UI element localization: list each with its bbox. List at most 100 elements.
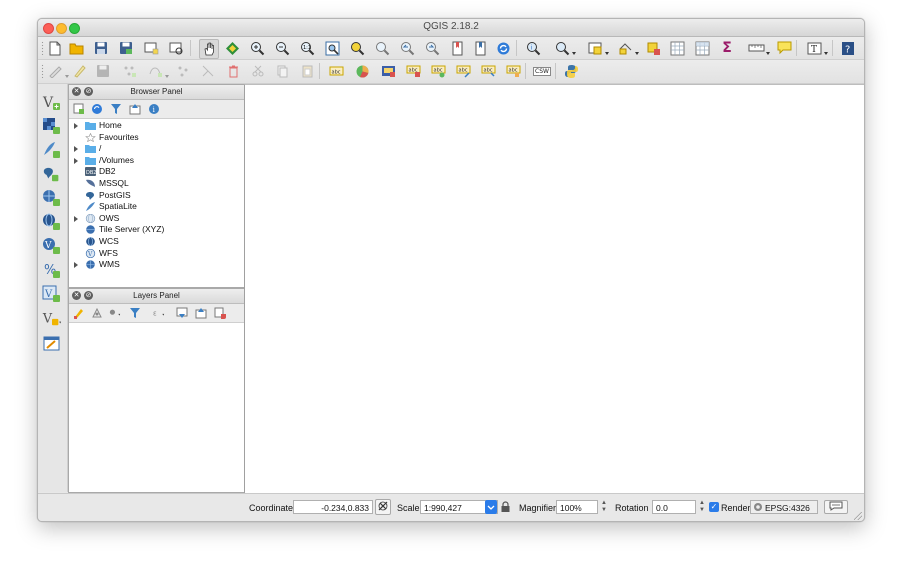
map-canvas[interactable]: [244, 84, 864, 493]
show-bookmarks-icon[interactable]: [471, 39, 489, 57]
add-postgis-icon[interactable]: [42, 164, 62, 184]
scale-dropdown-icon[interactable]: [485, 500, 497, 514]
show-hide-labels-icon[interactable]: abc: [404, 62, 422, 80]
title-bar[interactable]: QGIS 2.18.2: [38, 19, 864, 37]
deselect-all-icon[interactable]: [644, 39, 662, 57]
list-item[interactable]: /Volumes: [69, 155, 244, 167]
pan-to-selection-icon[interactable]: [223, 39, 241, 57]
filter-icon[interactable]: [129, 307, 141, 319]
browser-panel-header[interactable]: ✕ ⊘ Browser Panel: [69, 85, 244, 100]
add-vector-layer-icon[interactable]: V: [42, 92, 62, 112]
new-bookmark-icon[interactable]: [448, 39, 466, 57]
save-as-icon[interactable]: [117, 39, 135, 57]
toggle-extents-icon[interactable]: [375, 499, 391, 515]
new-shapefile-icon[interactable]: V: [42, 308, 62, 328]
list-item[interactable]: SpatiaLite: [69, 201, 244, 213]
save-project-icon[interactable]: [92, 39, 110, 57]
copy-features-icon[interactable]: [273, 62, 291, 80]
messages-icon[interactable]: [824, 500, 848, 514]
composer-manager-icon[interactable]: [167, 39, 185, 57]
add-virtual-layer-icon[interactable]: V: [42, 284, 62, 304]
list-item[interactable]: OWS: [69, 213, 244, 225]
refresh-icon[interactable]: [91, 103, 103, 115]
zoom-out-icon[interactable]: [273, 39, 291, 57]
help-icon[interactable]: ?: [839, 39, 857, 57]
field-calculator-icon[interactable]: [693, 39, 711, 57]
change-label-icon[interactable]: abc: [479, 62, 497, 80]
remove-layer-icon[interactable]: [214, 307, 226, 319]
select-features-icon[interactable]: [553, 39, 576, 57]
list-item[interactable]: DB2 DB2: [69, 166, 244, 178]
toolbar-grip[interactable]: [41, 41, 44, 55]
add-spatialite-icon[interactable]: [42, 140, 62, 160]
properties-info-icon[interactable]: i: [148, 103, 160, 115]
python-console-icon[interactable]: [562, 62, 580, 80]
add-wfs-icon[interactable]: V: [42, 236, 62, 256]
add-feature-icon[interactable]: [120, 62, 138, 80]
collapse-all-icon[interactable]: [195, 307, 207, 319]
new-project-icon[interactable]: [46, 39, 64, 57]
node-tool-icon[interactable]: [146, 62, 169, 80]
add-raster-layer-icon[interactable]: [42, 116, 62, 136]
zoom-full-icon[interactable]: [323, 39, 341, 57]
statistics-sum-icon[interactable]: Σ: [718, 39, 736, 57]
diagram-icon[interactable]: [353, 62, 371, 80]
list-item[interactable]: /: [69, 143, 244, 155]
manage-visibility-icon[interactable]: [91, 307, 103, 319]
filter-icon[interactable]: [110, 103, 122, 115]
list-item[interactable]: PostGIS: [69, 190, 244, 202]
open-project-icon[interactable]: [67, 39, 85, 57]
list-item[interactable]: Favourites: [69, 132, 244, 144]
magnifier-stepper-icon[interactable]: ▲ ▼: [600, 500, 608, 514]
label-properties-icon[interactable]: abc: [504, 62, 522, 80]
list-item[interactable]: MSSQL: [69, 178, 244, 190]
list-item[interactable]: WCS: [69, 236, 244, 248]
coordinate-field[interactable]: -0.234,0.833: [293, 500, 373, 514]
refresh-icon[interactable]: [494, 39, 512, 57]
add-oracle-icon[interactable]: [42, 334, 62, 354]
layers-panel-header[interactable]: ✕ ⊘ Layers Panel: [69, 289, 244, 304]
move-feature-icon[interactable]: [174, 62, 192, 80]
magnifier-field[interactable]: 100%: [556, 500, 598, 514]
zoom-selection-icon[interactable]: [348, 39, 366, 57]
move-label-icon[interactable]: abc: [429, 62, 447, 80]
add-wms-icon[interactable]: [42, 188, 62, 208]
select-by-expression-icon[interactable]: [586, 39, 609, 57]
measure-icon[interactable]: [747, 39, 770, 57]
list-item[interactable]: Tile Server (XYZ): [69, 224, 244, 236]
attribute-table-icon[interactable]: [668, 39, 686, 57]
rotation-field[interactable]: 0.0: [652, 500, 696, 514]
zoom-last-icon[interactable]: [398, 39, 416, 57]
rotate-label-icon[interactable]: abc: [454, 62, 472, 80]
lock-scale-icon[interactable]: [500, 501, 511, 515]
identify-icon[interactable]: i: [524, 39, 542, 57]
add-delimited-text-icon[interactable]: %: [42, 260, 62, 280]
add-wcs-icon[interactable]: [42, 212, 62, 232]
vertex-tool-icon[interactable]: [199, 62, 217, 80]
delete-selected-icon[interactable]: [224, 62, 242, 80]
deselect-icon[interactable]: [616, 39, 639, 57]
collapse-all-icon[interactable]: [129, 103, 141, 115]
list-item[interactable]: Home: [69, 120, 244, 132]
text-annotation-icon[interactable]: T: [805, 39, 828, 57]
pin-labels-icon[interactable]: [379, 62, 397, 80]
list-item[interactable]: V WFS: [69, 248, 244, 260]
layer-styling-icon[interactable]: [73, 307, 85, 319]
rotation-stepper-icon[interactable]: ▲ ▼: [698, 500, 706, 514]
annotation-icon[interactable]: [775, 39, 793, 57]
save-layer-edits-icon[interactable]: [94, 62, 112, 80]
zoom-1-1-icon[interactable]: 1:1: [298, 39, 316, 57]
layers-tree[interactable]: [69, 323, 244, 491]
add-selected-layers-icon[interactable]: [73, 103, 85, 115]
paste-features-icon[interactable]: [298, 62, 316, 80]
label-toolbar-icon[interactable]: abc: [327, 62, 345, 80]
zoom-in-icon[interactable]: [248, 39, 266, 57]
expression-filter-icon[interactable]: ε: [153, 307, 165, 319]
expand-all-icon[interactable]: [176, 307, 188, 319]
current-edits-icon[interactable]: [46, 62, 69, 80]
new-print-composer-icon[interactable]: [142, 39, 160, 57]
toolbar-grip[interactable]: [41, 64, 44, 78]
cut-features-icon[interactable]: [249, 62, 267, 80]
toggle-editing-icon[interactable]: [70, 62, 88, 80]
filter-legend-icon[interactable]: [109, 307, 121, 319]
